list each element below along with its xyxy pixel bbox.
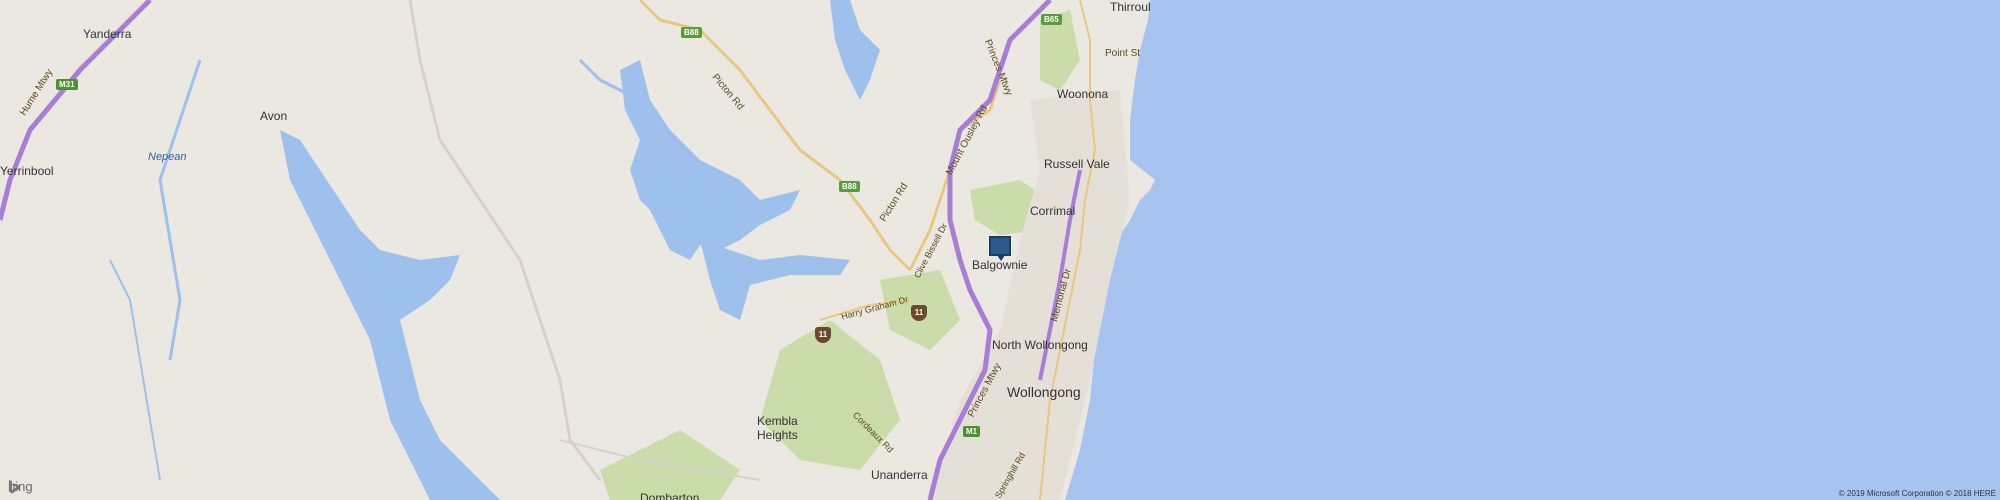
route-shield: B65 xyxy=(1041,14,1062,25)
map-canvas[interactable]: Thirroul Yanderra Point St Woonona Avon … xyxy=(0,0,2000,500)
route-shield: M1 xyxy=(963,426,981,437)
reservoir xyxy=(620,60,800,260)
local-road xyxy=(408,0,602,481)
place-label: Woonona xyxy=(1057,87,1109,101)
route-shield: M31 xyxy=(56,79,78,90)
river xyxy=(109,259,161,481)
park-area xyxy=(760,320,900,470)
reservoir xyxy=(830,0,880,100)
route-shield: B88 xyxy=(839,181,860,192)
place-label: Point St xyxy=(1105,48,1141,59)
river xyxy=(158,59,202,361)
ocean xyxy=(1065,0,2000,500)
place-label: North Wollongong xyxy=(992,338,1088,352)
reservoir xyxy=(700,240,850,320)
place-label: Unanderra xyxy=(871,468,928,482)
copyright-notice: © 2019 Microsoft Corporation © 2018 HERE xyxy=(1838,489,1996,498)
place-label: Russell Vale xyxy=(1044,157,1110,171)
place-label: Wollongong xyxy=(1007,384,1081,400)
route-shield: B88 xyxy=(681,27,702,38)
place-label: Dombarton xyxy=(640,491,700,500)
route-11-shield: 11 xyxy=(911,305,927,321)
water-label: Nepean xyxy=(148,151,187,163)
bing-b-icon xyxy=(9,480,19,494)
place-label: Avon xyxy=(260,109,288,123)
place-label: Yanderra xyxy=(83,27,132,41)
bing-logo: bing xyxy=(8,479,33,494)
place-label: Kembla Heights xyxy=(757,414,798,442)
place-label: Yerrinbool xyxy=(0,164,54,178)
route-11-shield: 11 xyxy=(815,327,831,343)
reservoir xyxy=(280,130,500,500)
place-label: Thirroul xyxy=(1110,0,1151,14)
location-pin-icon[interactable] xyxy=(989,236,1011,261)
place-label: Corrimal xyxy=(1030,204,1076,218)
